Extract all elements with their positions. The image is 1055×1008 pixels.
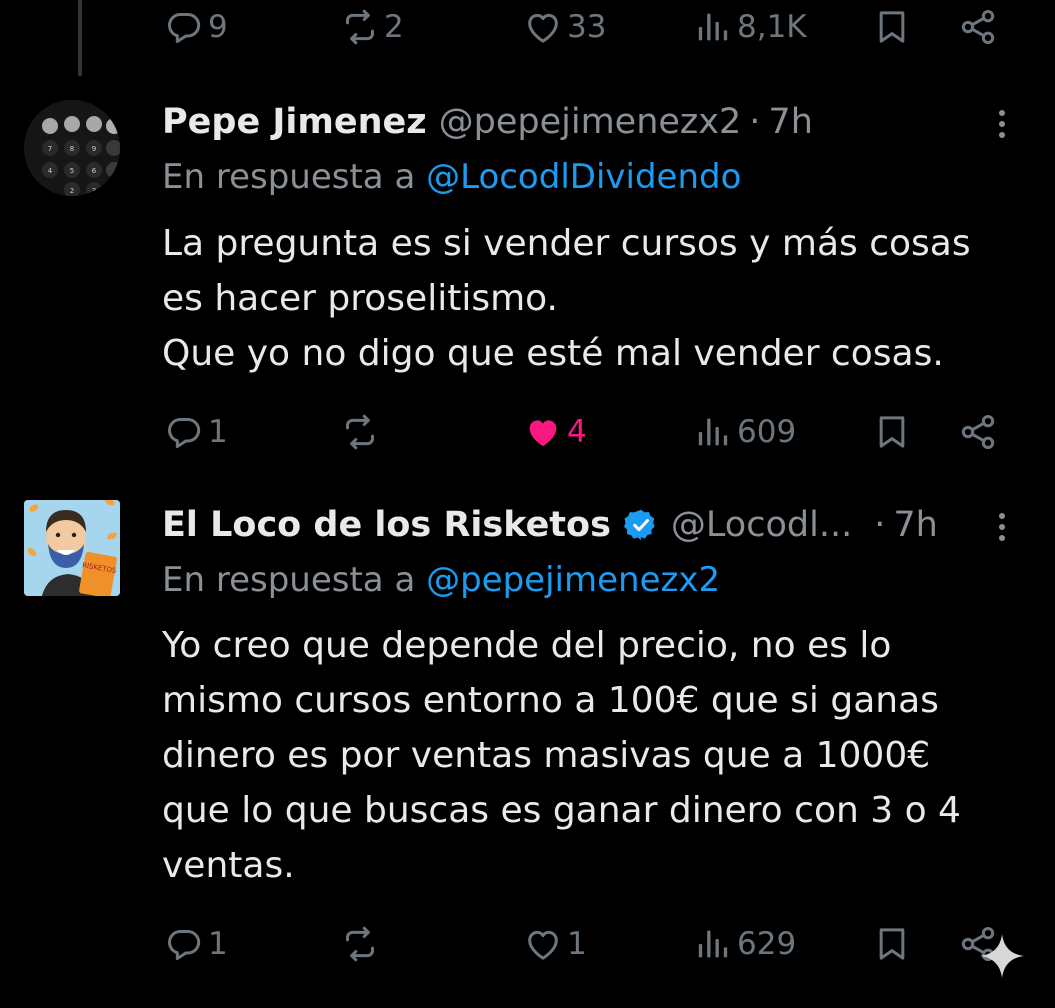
reply-context: En respuesta a @pepejimenezx2 — [162, 560, 720, 600]
tweet-text: Yo creo que depende del precio, no es lo… — [162, 618, 1022, 893]
like-icon — [523, 7, 563, 47]
views-icon — [693, 924, 733, 964]
svg-text:9: 9 — [92, 145, 96, 153]
like-icon — [523, 924, 563, 964]
like-icon — [523, 412, 563, 452]
retweet-icon — [340, 924, 380, 964]
views-count: 629 — [737, 926, 797, 962]
svg-text:6: 6 — [92, 167, 97, 175]
separator-dot: · — [749, 102, 761, 142]
user-handle[interactable]: @Locodl... — [671, 505, 852, 545]
reply-prefix: En respuesta a — [162, 157, 416, 197]
reply-icon — [164, 7, 204, 47]
more-icon — [999, 110, 1005, 116]
retweet-button[interactable]: 2 — [340, 0, 404, 57]
reply-context: En respuesta a @LocodlDividendo — [162, 157, 741, 197]
display-name[interactable]: El Loco de los Risketos — [162, 505, 611, 545]
reply-icon — [164, 412, 204, 452]
more-options-button[interactable] — [990, 100, 1014, 148]
cartoon-avatar-image: RISKETOS — [24, 500, 120, 596]
tweet-header: Pepe Jimenez @pepejimenezx2 · 7h — [162, 98, 813, 146]
bookmark-icon — [872, 924, 912, 964]
reply-prefix: En respuesta a — [162, 560, 416, 600]
svg-text:8: 8 — [70, 145, 74, 153]
calculator-keypad-avatar-image: 7 8 9 4 5 6 2 3 — [24, 100, 120, 196]
timestamp[interactable]: 7h — [768, 102, 812, 142]
tweet-text-line: Que yo no digo que esté mal vender cosas… — [162, 333, 944, 374]
tweet-text-line: dinero es por ventas masivas que a 1000€ — [162, 735, 931, 776]
views-icon — [693, 412, 733, 452]
avatar[interactable]: 7 8 9 4 5 6 2 3 — [24, 100, 120, 196]
reply-icon — [164, 924, 204, 964]
svg-text:3: 3 — [92, 187, 96, 195]
tweet-header: El Loco de los Risketos @Locodl... · 7h — [162, 501, 938, 549]
retweet-button[interactable] — [340, 402, 384, 462]
tweet-text: La pregunta es si vender cursos y más co… — [162, 216, 1022, 381]
svg-text:2: 2 — [70, 187, 74, 195]
bookmark-button[interactable] — [872, 914, 912, 974]
tweet-text-line: Yo creo que depende del precio, no es lo — [162, 625, 892, 666]
like-button[interactable]: 1 — [523, 914, 587, 974]
tweet-text-line: ventas. — [162, 845, 295, 886]
reply-mention-link[interactable]: @pepejimenezx2 — [426, 560, 720, 600]
verified-badge-icon — [623, 509, 655, 541]
tweet-text-line: La pregunta es si vender cursos y más co… — [162, 223, 971, 264]
top-tweet-action-bar: 9 2 33 8,1K — [0, 0, 1055, 57]
user-handle[interactable]: @pepejimenezx2 — [439, 102, 742, 142]
avatar[interactable]: RISKETOS — [24, 500, 120, 596]
share-button[interactable] — [958, 0, 998, 57]
views-count: 609 — [737, 414, 797, 450]
svg-text:4: 4 — [48, 167, 53, 175]
bookmark-button[interactable] — [872, 402, 912, 462]
svg-text:7: 7 — [48, 145, 52, 153]
retweet-icon — [340, 7, 380, 47]
reply-button[interactable]: 9 — [164, 0, 228, 57]
share-icon — [958, 412, 998, 452]
reply-count: 9 — [208, 9, 228, 45]
separator-dot: · — [874, 505, 886, 545]
tweet-action-bar: 1 4 609 — [0, 402, 1055, 462]
bookmark-button[interactable] — [872, 0, 912, 57]
views-icon — [693, 7, 733, 47]
reply-count: 1 — [208, 414, 228, 450]
more-options-button[interactable] — [990, 503, 1014, 551]
bookmark-icon — [872, 412, 912, 452]
share-icon — [958, 7, 998, 47]
more-icon — [999, 513, 1005, 519]
sparkle-icon — [980, 934, 1024, 978]
reply-button[interactable]: 1 — [164, 914, 228, 974]
like-count: 1 — [567, 926, 587, 962]
reply-button[interactable]: 1 — [164, 402, 228, 462]
retweet-icon — [340, 412, 380, 452]
share-button[interactable] — [958, 402, 998, 462]
tweet-text-line: es hacer proselitismo. — [162, 278, 558, 319]
bookmark-icon — [872, 7, 912, 47]
views-button[interactable]: 8,1K — [693, 0, 807, 57]
reply-mention-link[interactable]: @LocodlDividendo — [426, 157, 741, 197]
views-count: 8,1K — [737, 9, 807, 45]
display-name[interactable]: Pepe Jimenez — [162, 102, 427, 142]
like-button[interactable]: 4 — [523, 402, 587, 462]
views-button[interactable]: 629 — [693, 914, 796, 974]
like-count: 4 — [567, 414, 587, 450]
tweet-action-bar: 1 1 629 — [0, 914, 1055, 974]
timestamp[interactable]: 7h — [893, 505, 937, 545]
retweet-count: 2 — [384, 9, 404, 45]
svg-text:5: 5 — [70, 167, 74, 175]
retweet-button[interactable] — [340, 914, 384, 974]
like-button[interactable]: 33 — [523, 0, 606, 57]
tweet-text-line: mismo cursos entorno a 100€ que si ganas — [162, 680, 939, 721]
reply-count: 1 — [208, 926, 228, 962]
tweet-text-line: que lo que buscas es ganar dinero con 3 … — [162, 790, 961, 831]
views-button[interactable]: 609 — [693, 402, 796, 462]
like-count: 33 — [567, 9, 607, 45]
